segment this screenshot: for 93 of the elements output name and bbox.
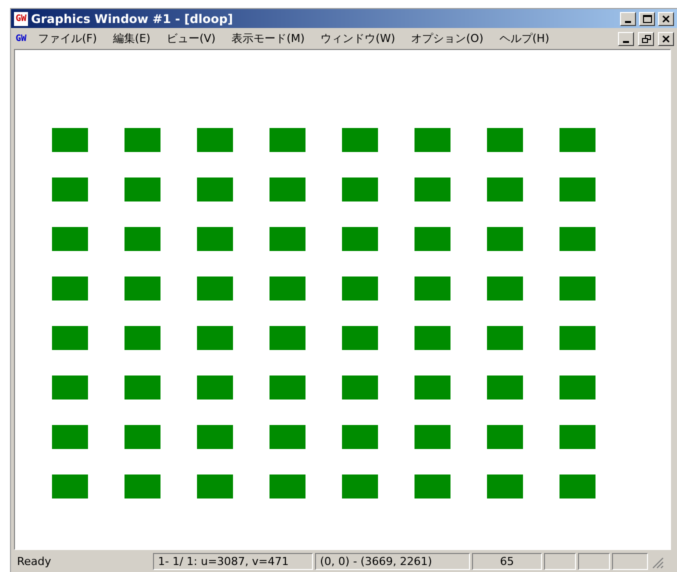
rectangle	[414, 178, 450, 202]
restore-icon	[642, 34, 650, 42]
rectangle	[560, 326, 596, 350]
status-text: (0, 0) - (3669, 2261)	[315, 553, 470, 570]
rectangle	[52, 376, 88, 400]
rectangle	[270, 128, 306, 152]
rectangle	[487, 178, 523, 202]
rectangle	[197, 425, 233, 449]
minimize-button[interactable]	[618, 32, 634, 46]
rectangle	[560, 376, 596, 400]
rectangle	[342, 376, 378, 400]
rectangle	[342, 326, 378, 350]
rectangle	[124, 276, 160, 300]
rectangle	[487, 128, 523, 152]
close-icon	[662, 14, 670, 22]
rectangle	[197, 326, 233, 350]
maximize-icon	[642, 14, 652, 22]
restore-button[interactable]	[638, 32, 654, 46]
rectangle	[560, 276, 596, 300]
rectangle	[270, 425, 306, 449]
rectangle	[124, 178, 160, 202]
rectangle	[124, 425, 160, 449]
minimize-button[interactable]	[620, 12, 636, 26]
rectangle	[487, 276, 523, 300]
status-pane	[578, 553, 610, 570]
rectangle	[270, 376, 306, 400]
rectangle	[414, 128, 450, 152]
rectangle	[342, 227, 378, 251]
rectangle	[197, 178, 233, 202]
status-pane	[544, 553, 576, 570]
close-icon	[662, 34, 670, 42]
rectangle	[52, 474, 88, 498]
rectangle	[197, 474, 233, 498]
rectangle	[124, 326, 160, 350]
rectangle	[197, 376, 233, 400]
status-pane	[612, 553, 648, 570]
close-button[interactable]	[658, 32, 674, 46]
rectangle	[414, 376, 450, 400]
menu-item[interactable]: ファイル(F)	[32, 31, 103, 46]
rectangle	[560, 425, 596, 449]
rectangle	[342, 128, 378, 152]
rectangle	[487, 474, 523, 498]
rectangle	[197, 276, 233, 300]
rectangle	[342, 425, 378, 449]
app-icon: GW	[14, 12, 28, 26]
rectangle	[52, 425, 88, 449]
minimize-icon	[625, 20, 631, 22]
rectangle	[560, 227, 596, 251]
rectangle	[560, 128, 596, 152]
rectangle	[414, 326, 450, 350]
rectangle	[487, 326, 523, 350]
rectangle	[342, 474, 378, 498]
rectangle	[124, 474, 160, 498]
rectangle	[124, 128, 160, 152]
close-button[interactable]	[658, 12, 674, 26]
resize-grip-icon[interactable]	[650, 554, 664, 568]
menu-item[interactable]: 編集(E)	[106, 31, 156, 46]
rectangle	[124, 227, 160, 251]
rectangle	[52, 326, 88, 350]
menu-item[interactable]: ウィンドウ(W)	[314, 31, 402, 46]
menu-item[interactable]: ビュー(V)	[160, 31, 222, 46]
rectangle	[487, 425, 523, 449]
menu-item[interactable]: 表示モード(M)	[226, 31, 311, 46]
rectangle	[342, 276, 378, 300]
rectangle	[414, 276, 450, 300]
rectangle	[414, 425, 450, 449]
rectangle	[270, 326, 306, 350]
rectangle	[270, 276, 306, 300]
rectangle	[197, 227, 233, 251]
menu-item[interactable]: オプション(O)	[405, 31, 490, 46]
rectangle	[560, 474, 596, 498]
rectangle	[487, 227, 523, 251]
rectangle	[414, 227, 450, 251]
rectangle	[270, 474, 306, 498]
rectangle	[270, 227, 306, 251]
rectangle	[414, 474, 450, 498]
rectangle	[52, 276, 88, 300]
rectangle	[124, 376, 160, 400]
rectangle	[197, 128, 233, 152]
status-text: Ready	[16, 554, 52, 570]
window-title: Graphics Window #1 - [dloop]	[31, 12, 234, 26]
rectangle	[270, 178, 306, 202]
minimize-icon	[623, 40, 629, 42]
maximize-button[interactable]	[639, 12, 655, 26]
rectangle	[487, 376, 523, 400]
status-text: 65	[472, 553, 542, 570]
rectangle	[560, 178, 596, 202]
status-text: 1- 1/ 1: u=3087, v=471	[153, 553, 313, 570]
rectangle	[52, 178, 88, 202]
rectangle	[52, 128, 88, 152]
rectangle	[52, 227, 88, 251]
rectangle	[342, 178, 378, 202]
menu-item[interactable]: ヘルプ(H)	[493, 31, 556, 46]
